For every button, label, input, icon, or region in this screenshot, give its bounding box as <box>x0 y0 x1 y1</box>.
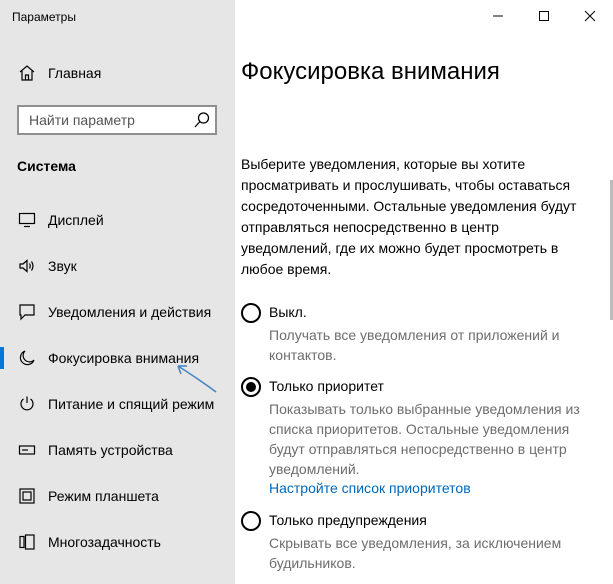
option-label: Только предупреждения <box>269 512 427 528</box>
sidebar-item-label: Звук <box>48 258 77 274</box>
sidebar: Параметры Главная Система Дисплей <box>0 0 235 584</box>
option-label: Выкл. <box>269 304 307 320</box>
sidebar-item-label: Уведомления и действия <box>48 304 212 320</box>
minimize-icon[interactable] <box>475 0 521 32</box>
sidebar-item-label: Главная <box>48 65 102 81</box>
notifications-icon <box>17 302 37 322</box>
option-description: Скрывать все уведомления, за исключением… <box>269 535 562 571</box>
search-icon[interactable] <box>193 111 211 129</box>
sidebar-item-storage[interactable]: Память устройства <box>0 427 235 473</box>
display-icon <box>17 210 37 230</box>
close-icon[interactable] <box>567 0 613 32</box>
multitasking-icon <box>17 532 37 552</box>
window-title: Параметры <box>12 10 76 24</box>
storage-icon <box>17 440 37 460</box>
option-description: Показывать только выбранные уведомления … <box>269 401 580 477</box>
sidebar-item-label: Память устройства <box>48 442 173 458</box>
sidebar-item-label: Питание и спящий режим <box>48 396 215 412</box>
radio-off[interactable] <box>241 303 261 323</box>
search-input[interactable] <box>19 107 189 133</box>
radio-alarms-only[interactable] <box>241 511 261 531</box>
main-panel: Фокусировка внимания Выберите уведомлени… <box>235 0 613 584</box>
page-title: Фокусировка внимания <box>241 58 500 85</box>
power-icon <box>17 394 37 414</box>
sound-icon <box>17 256 37 276</box>
priority-list-link[interactable]: Настройте список приоритетов <box>269 480 471 496</box>
intro-text: Выберите уведомления, которые вы хотите … <box>241 156 577 277</box>
sidebar-item-multitasking[interactable]: Многозадачность <box>0 519 235 565</box>
sidebar-item-home[interactable]: Главная <box>0 58 235 88</box>
search-box[interactable] <box>17 105 217 135</box>
sidebar-item-label: Многозадачность <box>48 534 161 550</box>
titlebar-controls <box>475 0 613 32</box>
annotation-arrow-icon <box>177 365 217 393</box>
sidebar-item-label: Дисплей <box>48 212 104 228</box>
sidebar-item-tablet[interactable]: Режим планшета <box>0 473 235 519</box>
radio-priority-only[interactable] <box>241 377 261 397</box>
sidebar-item-display[interactable]: Дисплей <box>0 197 235 243</box>
sidebar-item-notifications[interactable]: Уведомления и действия <box>0 289 235 335</box>
section-title: Система <box>17 158 76 174</box>
option-label: Только приоритет <box>269 378 384 394</box>
tablet-icon <box>17 486 37 506</box>
option-description: Получать все уведомления от приложений и… <box>269 327 560 363</box>
maximize-icon[interactable] <box>521 0 567 32</box>
sidebar-item-sound[interactable]: Звук <box>0 243 235 289</box>
home-icon <box>17 63 37 83</box>
moon-icon <box>17 348 37 368</box>
sidebar-item-label: Режим планшета <box>48 488 159 504</box>
